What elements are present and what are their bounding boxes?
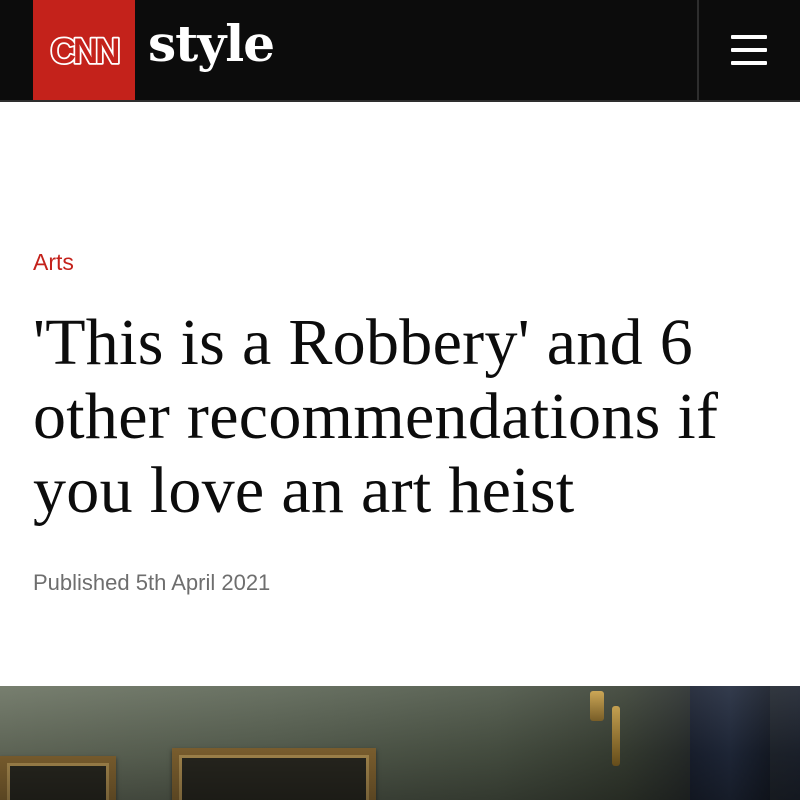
cnn-logo[interactable]: CNN	[33, 0, 135, 102]
style-section-link[interactable]: style	[148, 14, 275, 74]
menu-divider	[697, 0, 699, 100]
hero-shade	[0, 686, 800, 800]
article-title: 'This is a Robbery' and 6 other recommen…	[33, 306, 719, 527]
category-link[interactable]: Arts	[33, 247, 74, 277]
hamburger-menu-icon[interactable]	[715, 18, 781, 82]
header-divider	[0, 100, 800, 102]
published-date: Published 5th April 2021	[33, 570, 271, 595]
site-header: CNN style	[0, 0, 800, 102]
svg-text:CNN: CNN	[51, 32, 119, 71]
hero-image[interactable]	[0, 686, 800, 800]
cnn-logo-icon: CNN	[49, 30, 123, 73]
